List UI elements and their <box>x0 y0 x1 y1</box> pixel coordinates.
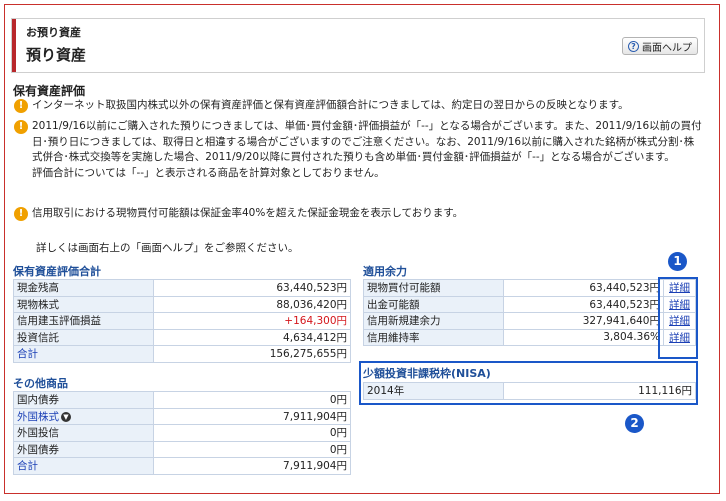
row-label: 出金可能額 <box>363 295 504 313</box>
total-label: 合計 <box>13 345 154 363</box>
notice-text: 2011/9/16以前にご購入された預りにつきましては、単価･買付金額･評価損益… <box>32 119 704 181</box>
row-value: 63,440,523円 <box>153 279 351 297</box>
annotation-badge-1: 1 <box>668 252 687 271</box>
row-value: 327,941,640円 <box>503 312 664 330</box>
notice-text-main: 2011/9/16以前にご購入された預りにつきましては、単価･買付金額･評価損益… <box>32 120 702 163</box>
table-row: 合計 156,275,655円 <box>13 345 351 363</box>
table-row: 信用維持率 3,804.36% 詳細 <box>363 328 696 346</box>
warning-icon: ! <box>14 99 28 113</box>
gain-value: +164,300円 <box>284 315 347 328</box>
total-value: 7,911,904円 <box>153 457 351 475</box>
row-label: 信用維持率 <box>363 328 504 346</box>
help-button-label: 画面ヘルプ <box>642 42 692 54</box>
holdings-title: 保有資産評価合計 <box>13 265 101 278</box>
margin-table: 現物買付可能額 63,440,523円 詳細 出金可能額 63,440,523円 詳細 … <box>363 279 696 346</box>
annotation-badge-2: 2 <box>625 414 644 433</box>
section-title: 保有資産評価 <box>13 84 86 98</box>
table-row: 現物買付可能額 63,440,523円 詳細 <box>363 279 696 297</box>
row-value: 63,440,523円 <box>503 295 664 313</box>
warning-icon: ! <box>14 207 28 221</box>
row-label: 国内債券 <box>13 391 154 409</box>
question-icon: ? <box>628 40 639 52</box>
header-accent-bar <box>12 19 16 72</box>
table-row: 信用建玉評価損益 +164,300円 <box>13 312 351 330</box>
page-header <box>11 18 705 73</box>
table-row: 外国株式 ▼ 7,911,904円 <box>13 407 351 425</box>
page-title: 預り資産 <box>26 46 87 64</box>
table-row: 現物株式 88,036,420円 <box>13 295 351 313</box>
others-title: その他商品 <box>13 377 68 390</box>
help-button[interactable]: ? 画面ヘルプ <box>622 37 698 55</box>
row-label: 信用新規建余力 <box>363 312 504 330</box>
row-value: 3,804.36% <box>503 328 664 346</box>
foreign-stock-link[interactable]: 外国株式 <box>17 411 59 423</box>
table-row: 出金可能額 63,440,523円 詳細 <box>363 295 696 313</box>
table-row: 外国債券 0円 <box>13 440 351 458</box>
row-label: 投資信託 <box>13 328 154 346</box>
row-value: 0円 <box>153 440 351 458</box>
holdings-table: 現金残高 63,440,523円 現物株式 88,036,420円 信用建玉評価損益… <box>13 279 351 363</box>
notice-text: インターネット取扱国内株式以外の保有資産評価と保有資産評価額合計につきましては、… <box>32 99 629 111</box>
table-row: 外国投信 0円 <box>13 424 351 442</box>
margin-title: 適用余力 <box>363 265 407 278</box>
others-table: 国内債券 0円 外国株式 ▼ 7,911,904円 外国投信 0円 外国債券 0円 合計 7… <box>13 391 351 475</box>
row-label: 現物買付可能額 <box>363 279 504 297</box>
row-value: 4,634,412円 <box>153 328 351 346</box>
row-label-link[interactable]: 外国株式 ▼ <box>13 407 154 425</box>
row-label: 現物株式 <box>13 295 154 313</box>
nisa-highlight <box>359 361 698 405</box>
notice-text: 信用取引における現物買付可能額は保証金率40%を超えた保証金現金を表示しておりま… <box>32 207 464 219</box>
row-label: 現金残高 <box>13 279 154 297</box>
total-value: 156,275,655円 <box>153 345 351 363</box>
notice-3: ! 信用取引における現物買付可能額は保証金率40%を超えた保証金現金を表示してお… <box>14 206 704 222</box>
row-label: 外国債券 <box>13 440 154 458</box>
row-value: 0円 <box>153 391 351 409</box>
notice-2: ! 2011/9/16以前にご購入された預りにつきましては、単価･買付金額･評価… <box>14 119 704 181</box>
warning-icon: ! <box>14 120 28 134</box>
table-row: 合計 7,911,904円 <box>13 457 351 475</box>
notice-1: ! インターネット取扱国内株式以外の保有資産評価と保有資産評価額合計につきまして… <box>14 98 704 114</box>
detail-note: 詳しくは画面右上の「画面ヘルプ」をご参照ください。 <box>36 242 299 254</box>
table-row: 投資信託 4,634,412円 <box>13 328 351 346</box>
table-row: 信用新規建余力 327,941,640円 詳細 <box>363 312 696 330</box>
row-value: 63,440,523円 <box>503 279 664 297</box>
row-value: 88,036,420円 <box>153 295 351 313</box>
notice-text-extra: 評価合計については「--」と表示される商品を計算対象としておりません。 <box>32 166 385 179</box>
row-label: 外国投信 <box>13 424 154 442</box>
row-value: +164,300円 <box>153 312 351 330</box>
table-row: 現金残高 63,440,523円 <box>13 279 351 297</box>
total-label: 合計 <box>13 457 154 475</box>
detail-links-highlight <box>658 277 698 359</box>
row-label: 信用建玉評価損益 <box>13 312 154 330</box>
table-row: 国内債券 0円 <box>13 391 351 409</box>
chevron-down-icon[interactable]: ▼ <box>61 411 71 422</box>
header-subtitle: お預り資産 <box>26 26 81 39</box>
row-value: 7,911,904円 <box>153 407 351 425</box>
row-value: 0円 <box>153 424 351 442</box>
